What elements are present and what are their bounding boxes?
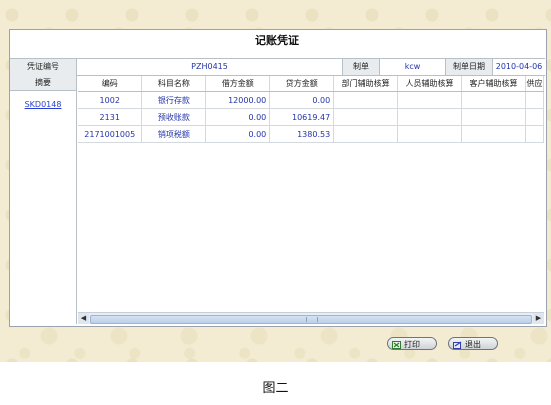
cell-code[interactable]: 2171001005 [78,125,143,143]
entry-grid: 编码 科目名称 借方金额 贷方金额 部门辅助核算 人员辅助核算 客户辅助核算 供… [78,76,544,312]
col-customer-aux[interactable]: 客户辅助核算 [461,76,526,92]
cell-supplier-aux[interactable] [525,125,544,143]
date-label: 制单日期 [446,59,493,75]
cell-customer-aux[interactable] [461,108,526,126]
cell-supplier-aux[interactable] [525,91,544,109]
cell-person-aux[interactable] [397,108,463,126]
figure-caption: 图二 [262,381,289,396]
col-credit[interactable]: 贷方金额 [269,76,335,92]
cell-customer-aux[interactable] [461,125,526,143]
summary-link[interactable]: SKD0148 [10,100,76,109]
scroll-left-icon[interactable]: ◀ [78,313,89,324]
cell-code[interactable]: 1002 [78,91,143,109]
cell-person-aux[interactable] [397,125,463,143]
exit-label: 退出 [465,340,481,349]
col-account-name[interactable]: 科目名称 [141,76,207,92]
exit-icon [453,341,462,349]
cell-customer-aux[interactable] [461,91,526,109]
cell-supplier-aux[interactable] [525,108,544,126]
cell-credit[interactable]: 10619.47 [269,108,335,126]
scroll-right-icon[interactable]: ▶ [533,313,544,324]
table-row[interactable]: 2131 预收账款 0.00 10619.47 [78,108,544,126]
voucher-header-row: 凭证编号 PZH0415 制单 kcw 制单日期 2010-04-06 [10,58,545,76]
exit-button[interactable]: 退出 [448,337,498,350]
cell-dept-aux[interactable] [333,108,399,126]
print-icon [392,340,401,349]
cell-dept-aux[interactable] [333,91,399,109]
cell-credit[interactable]: 1380.53 [269,125,335,143]
col-debit[interactable]: 借方金额 [205,76,271,92]
table-row[interactable]: 2171001005 销项税额 0.00 1380.53 [78,125,544,143]
grip-icon [306,317,318,322]
page-title: 记账凭证 [255,34,299,47]
horizontal-scrollbar[interactable]: ◀ ▶ [78,312,544,324]
maker-label: 制单 [343,59,380,75]
cell-debit[interactable]: 12000.00 [205,91,271,109]
date-value: 2010-04-06 [495,62,543,71]
col-code[interactable]: 编码 [78,76,143,92]
voucher-no-label: 凭证编号 [10,59,77,75]
col-supplier-aux[interactable]: 供应 [525,76,544,92]
print-button[interactable]: 打印 [387,337,437,350]
cell-account-name[interactable]: 银行存款 [141,91,207,109]
cell-code[interactable]: 2131 [78,108,143,126]
summary-column: 摘要 SKD0148 [10,75,77,324]
cell-debit[interactable]: 0.00 [205,108,271,126]
col-dept-aux[interactable]: 部门辅助核算 [333,76,399,92]
col-person-aux[interactable]: 人员辅助核算 [397,76,463,92]
print-label: 打印 [404,340,420,349]
maker-value: kcw [380,59,446,75]
grid-header-row: 编码 科目名称 借方金额 贷方金额 部门辅助核算 人员辅助核算 客户辅助核算 供… [78,76,544,92]
cell-account-name[interactable]: 预收账款 [141,108,207,126]
cell-dept-aux[interactable] [333,125,399,143]
cell-person-aux[interactable] [397,91,463,109]
cell-debit[interactable]: 0.00 [205,125,271,143]
table-row[interactable]: 1002 银行存款 12000.00 0.00 [78,91,544,109]
scroll-thumb[interactable] [90,315,532,324]
cell-credit[interactable]: 0.00 [269,91,335,109]
voucher-window: 记账凭证 凭证编号 PZH0415 制单 kcw 制单日期 2010-04-06… [0,0,551,362]
summary-label: 摘要 [10,75,76,91]
voucher-no-value: PZH0415 [77,59,343,75]
cell-account-name[interactable]: 销项税额 [141,125,207,143]
